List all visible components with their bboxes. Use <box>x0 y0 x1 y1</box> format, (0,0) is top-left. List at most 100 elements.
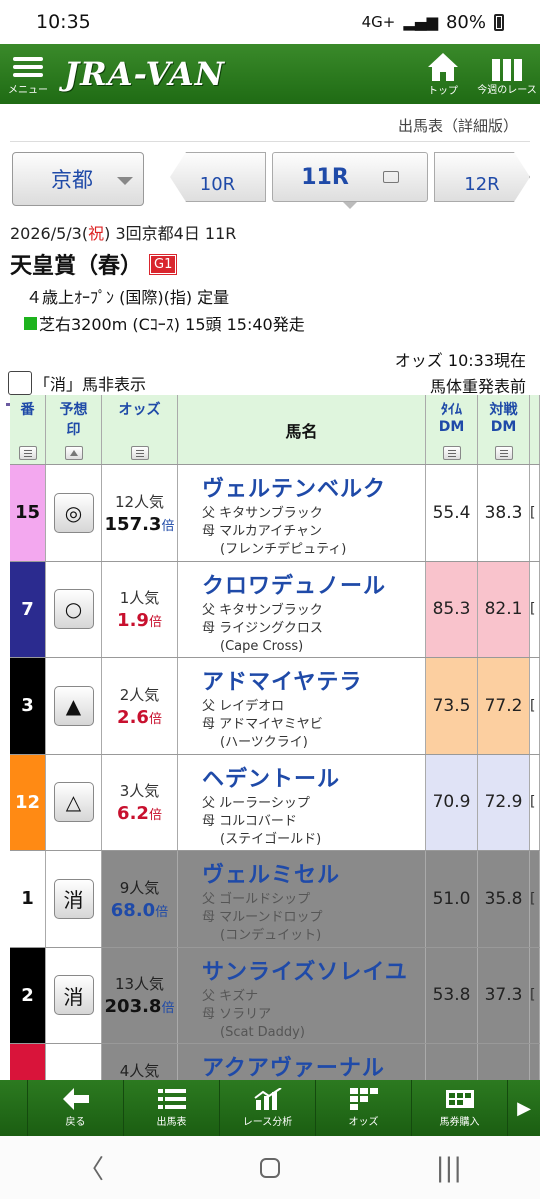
sire: 父 キタサンブラック <box>202 506 323 521</box>
col-name: 馬名 <box>178 395 426 464</box>
horse-number: 2 <box>10 947 46 1043</box>
mark-cell: 消 <box>46 947 102 1043</box>
horse-name-cell[interactable]: アクアヴァーナル <box>178 1044 426 1083</box>
horse-name-cell[interactable]: アドマイヤテラ 父 レイデオロ 母 アドマイヤミヤビ (ハーツクライ) <box>178 658 426 754</box>
sort-icon[interactable] <box>18 446 37 460</box>
prediction-mark-button[interactable]: △ <box>53 782 94 823</box>
home-icon <box>428 52 458 81</box>
odds-label: オッズ <box>348 1117 379 1128</box>
race-title: 天皇賞（春） G1 <box>10 248 530 280</box>
columns-icon <box>491 53 523 81</box>
hide-scratched-toggle[interactable]: 「消」馬非表示 <box>8 371 146 395</box>
current-race-tab[interactable]: 11R <box>272 152 428 202</box>
race-analysis-label: レース分析 <box>242 1117 293 1128</box>
current-race-label: 11R <box>301 164 349 190</box>
versus-dm: 82.1 <box>478 561 530 657</box>
prediction-mark-button[interactable]: ○ <box>53 589 94 630</box>
horse-name-cell[interactable]: ヴェルテンベルク 父 キタサンブラック 母 マルカアイチャン (フレンチデピュテ… <box>178 465 426 561</box>
odds-cell: 2人気 2.6倍 <box>102 658 178 754</box>
menu-button[interactable]: メニュー <box>0 44 56 104</box>
horse-name[interactable]: ヘデントール <box>202 761 425 793</box>
this-week-button[interactable]: 今週のレース <box>477 44 537 104</box>
back-button[interactable]: 戻る <box>28 1080 124 1136</box>
sort-icon[interactable] <box>442 446 461 460</box>
col-time-dm[interactable]: ﾀｲﾑ DM <box>426 395 478 464</box>
horse-name-cell[interactable]: クロワデュノール 父 キタサンブラック 母 ライジングクロス (Cape Cro… <box>178 561 426 657</box>
race-card-button[interactable]: 出馬表 <box>124 1080 220 1136</box>
sire: 父 ゴールドシップ <box>202 892 311 907</box>
sort-icon[interactable] <box>494 446 513 460</box>
race-analysis-button[interactable]: レース分析 <box>220 1080 316 1136</box>
odds-cell: 12人気 157.3倍 <box>102 465 178 561</box>
horse-name[interactable]: ヴェルテンベルク <box>202 471 425 503</box>
table-row: 1 消 9人気 68.0倍 ヴェルミセル 父 ゴールドシップ 母 マルーンドロッ… <box>10 851 540 948</box>
system-back-icon[interactable]: 〈 <box>78 1149 104 1186</box>
venue-value: 京都 <box>51 168 93 192</box>
horse-number <box>10 1044 46 1083</box>
table-row: 3 ▲ 2人気 2.6倍 アドマイヤテラ 父 レイデオロ 母 アドマイヤミヤビ … <box>10 658 540 755</box>
horse-name-cell[interactable]: サンライズソレイユ 父 キズナ 母 ソラリア (Scat Daddy) <box>178 947 426 1043</box>
more-arrow-icon[interactable]: ▶ <box>508 1080 540 1136</box>
table-row: 2 消 13人気 203.8倍 サンライズソレイユ 父 キズナ 母 ソラリア (… <box>10 947 540 1044</box>
damsire: (Scat Daddy) <box>220 1024 305 1040</box>
prediction-mark-button[interactable]: 消 <box>53 975 94 1016</box>
odds-info: オッズ 10:33現在 馬体重発表前 「消」馬非表示 <box>0 343 540 397</box>
odds-button[interactable]: オッズ <box>316 1080 412 1136</box>
window-icon <box>382 171 399 183</box>
horse-number: 1 <box>10 851 46 947</box>
versus-dm: 35.8 <box>478 851 530 947</box>
prev-race-tab[interactable]: 10R <box>170 152 266 202</box>
status-time: 10:35 <box>36 11 91 33</box>
prediction-mark-button[interactable]: 消 <box>53 878 94 919</box>
next-race-tab[interactable]: 12R <box>434 152 530 202</box>
table-row: 4人気 アクアヴァーナル <box>10 1044 540 1084</box>
venue-select[interactable]: 京都 <box>12 152 144 206</box>
odds-cell: 1人気 1.9倍 <box>102 561 178 657</box>
extra-cell: [ <box>530 851 540 947</box>
horse-name[interactable]: サンライズソレイユ <box>202 954 425 986</box>
horse-name[interactable]: アドマイヤテラ <box>202 664 425 696</box>
popularity: 3人気 <box>119 782 160 801</box>
sort-asc-icon[interactable] <box>64 446 83 460</box>
betting-button[interactable]: 馬券購入 <box>412 1080 508 1136</box>
extra-cell <box>530 1044 540 1083</box>
prediction-mark-button[interactable]: ◎ <box>53 492 94 533</box>
odds-value: 6.2倍 <box>117 803 162 825</box>
prediction-mark-button[interactable]: ▲ <box>53 685 94 726</box>
versus-dm: 72.9 <box>478 754 530 850</box>
sire: 父 キタサンブラック <box>202 602 323 618</box>
system-recents-icon[interactable]: ||| <box>436 1153 462 1183</box>
ticket-icon <box>445 1090 474 1108</box>
grid-icon <box>349 1088 378 1110</box>
top-button[interactable]: トップ <box>414 44 472 104</box>
table-row: 15 ◎ 12人気 157.3倍 ヴェルテンベルク 父 キタサンブラック 母 マ… <box>10 465 540 562</box>
col-versus-dm[interactable]: 対戦 DM <box>478 395 530 464</box>
odds-value: 68.0倍 <box>110 899 169 921</box>
damsire: (ステイゴールド) <box>220 831 322 847</box>
col-odds[interactable]: オッズ <box>102 395 178 464</box>
sort-icon[interactable] <box>130 446 149 460</box>
odds-value: 2.6倍 <box>117 706 162 728</box>
col-mark[interactable]: 予想 印 <box>46 395 102 464</box>
odds-value: 203.8倍 <box>104 996 175 1018</box>
dam: 母 コルコバード <box>202 813 297 829</box>
time-dm: 55.4 <box>426 465 478 561</box>
odds-cell: 3人気 6.2倍 <box>102 754 178 850</box>
system-navigation: 〈 ||| <box>0 1136 540 1199</box>
damsire: (コンデュイット) <box>220 928 322 943</box>
horse-name[interactable]: ヴェルミセル <box>202 857 425 889</box>
bottom-nav-spacer <box>0 1080 28 1136</box>
horse-name[interactable]: クロワデュノール <box>202 568 425 600</box>
horse-name-cell[interactable]: ヘデントール 父 ルーラーシップ 母 コルコバード (ステイゴールド) <box>178 754 426 850</box>
time-dm: 70.9 <box>426 754 478 850</box>
status-icons: 4G+ ▂▄▆ 80% <box>362 12 504 33</box>
col-num[interactable]: 番 <box>10 395 46 464</box>
system-home-icon[interactable] <box>259 1157 280 1178</box>
mark-cell <box>46 1044 102 1083</box>
table-row: 7 ○ 1人気 1.9倍 クロワデュノール 父 キタサンブラック 母 ライジング… <box>10 561 540 658</box>
extra-cell: [ <box>530 947 540 1043</box>
horse-name-cell[interactable]: ヴェルミセル 父 ゴールドシップ 母 マルーンドロップ (コンデュイット) <box>178 851 426 947</box>
horse-name[interactable]: アクアヴァーナル <box>202 1050 425 1082</box>
hide-scratched-checkbox[interactable] <box>8 371 32 395</box>
hamburger-icon <box>13 53 43 81</box>
